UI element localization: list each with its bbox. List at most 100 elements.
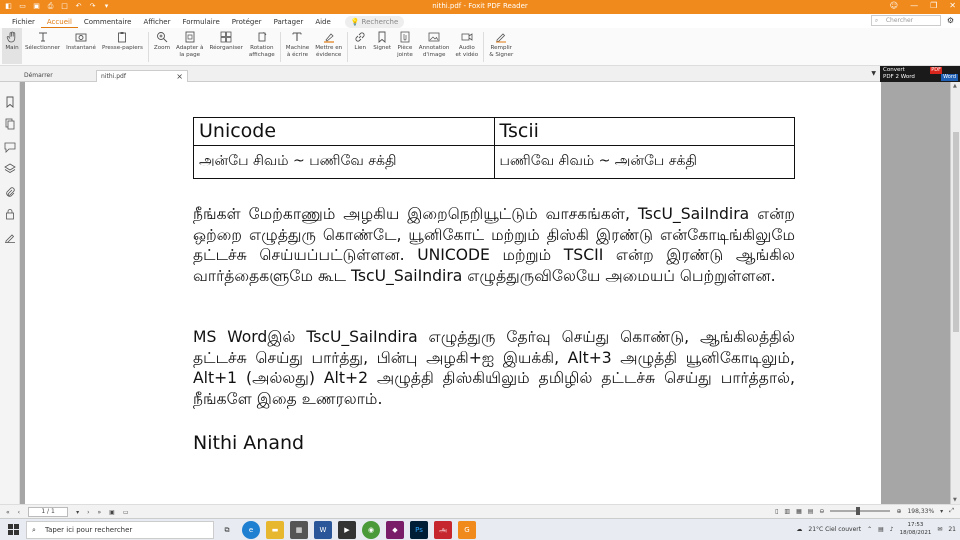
taskbar-search-placeholder: Taper ici pour rechercher [45, 526, 133, 534]
tool-label: Mettre en évidence [315, 45, 343, 58]
photoshop-icon[interactable]: Ps [410, 521, 428, 539]
foxit-reader-icon[interactable]: G [458, 521, 476, 539]
scroll-thumb[interactable] [953, 132, 959, 332]
weather-icon[interactable]: ☁ [796, 526, 802, 533]
image-annotation-button[interactable]: Annotation d'image [416, 28, 453, 64]
audio-video-icon [460, 31, 474, 43]
first-page-icon[interactable]: « [6, 509, 10, 516]
page-dropdown-icon[interactable]: ▾ [76, 509, 79, 516]
fill-sign-button[interactable]: Remplir & Signer [486, 28, 516, 64]
tab-list-icon[interactable]: ▼ [871, 70, 876, 77]
save-page-icon[interactable]: ▣ [109, 509, 115, 516]
tab-document[interactable]: nithi.pdf × [96, 70, 188, 82]
last-page-icon[interactable]: » [98, 509, 102, 516]
windows-start-icon[interactable] [8, 524, 19, 535]
zoom-slider[interactable] [830, 507, 891, 515]
hand-tool-button[interactable]: Main [2, 28, 22, 64]
attachments-panel-icon[interactable] [4, 186, 16, 198]
tool-label: Pièce jointe [397, 45, 413, 58]
previous-page-icon[interactable]: ‹ [18, 509, 20, 516]
view-single-icon[interactable]: ▭ [123, 509, 129, 516]
settings-icon[interactable]: ⚙ [947, 16, 954, 25]
tray-overflow-icon[interactable]: ⌃ [867, 526, 872, 533]
zoom-level[interactable]: 198,33% [907, 508, 934, 515]
signature-panel-icon[interactable] [4, 231, 16, 243]
clock-time: 17:53 [907, 522, 924, 528]
tab-fichier[interactable]: Fichier [6, 16, 41, 28]
navigation-panel [0, 82, 20, 504]
bookmark-button[interactable]: Signet [370, 28, 394, 64]
weather-text[interactable]: 21°C Ciel couvert [808, 526, 861, 533]
taskbar-search-input[interactable]: ⌕ Taper ici pour rechercher [26, 521, 214, 539]
search-input[interactable]: ⌕ Chercher [870, 15, 941, 26]
convert-line1: Convert [883, 67, 905, 73]
convert-pdf-banner[interactable]: Convert PDF 2 Word PDF Word [880, 66, 960, 82]
next-page-icon[interactable]: › [87, 509, 89, 516]
zoom-out-icon[interactable]: ⊖ [819, 508, 824, 515]
clock[interactable]: 17:53 18/08/2021 [900, 521, 932, 537]
fit-page-button[interactable]: Adapter à la page [173, 28, 206, 64]
tool-label: Sélectionner [25, 45, 61, 51]
security-panel-icon[interactable] [4, 208, 16, 220]
link-button[interactable]: Lien [350, 28, 370, 64]
tool-label: Signet [373, 45, 392, 51]
author-signature: Nithi Anand [193, 432, 305, 454]
document-viewport[interactable]: Unicode Tscii அன்பே சிவம் ~ பணிவே சக்தி … [20, 82, 950, 504]
image-annotation-icon [427, 31, 441, 43]
cover-view-icon[interactable]: ▤ [808, 508, 814, 515]
select-tool-button[interactable]: Sélectionner [22, 28, 63, 64]
reorganize-button[interactable]: Réorganiser [206, 28, 245, 64]
media-app-icon[interactable]: ▶ [338, 521, 356, 539]
tab-document-label: nithi.pdf [101, 73, 126, 80]
tab-afficher[interactable]: Afficher [137, 16, 176, 28]
layers-panel-icon[interactable] [4, 163, 16, 175]
tab-aide[interactable]: Aide [309, 16, 336, 28]
continuous-view-icon[interactable]: ▥ [784, 508, 790, 515]
typewriter-button[interactable]: Machine à écrire [283, 28, 312, 64]
zoom-in-icon[interactable]: ⊕ [896, 508, 901, 515]
table-cell-unicode: அன்பே சிவம் ~ பணிவே சக்தி [193, 145, 495, 179]
volume-icon[interactable]: ♪ [890, 526, 894, 533]
page-number-input[interactable]: 1 / 1 [28, 507, 69, 517]
bookmarks-panel-icon[interactable] [4, 96, 16, 108]
tab-partager[interactable]: Partager [268, 16, 310, 28]
tab-start[interactable]: Démarrer [20, 70, 94, 82]
zoom-dropdown-icon[interactable]: ▾ [940, 508, 943, 515]
zoom-slider-knob[interactable] [856, 507, 861, 515]
facing-view-icon[interactable]: ▦ [796, 508, 802, 515]
tab-proteger[interactable]: Protéger [226, 16, 268, 28]
comments-panel-icon[interactable] [4, 141, 16, 153]
tool-label: Main [5, 45, 19, 51]
close-button[interactable]: ✕ [949, 1, 956, 10]
pages-panel-icon[interactable] [4, 118, 16, 130]
single-page-view-icon[interactable]: ▯ [775, 508, 778, 515]
file-explorer-icon[interactable]: ▬ [266, 521, 284, 539]
snapshot-button[interactable]: Instantané [63, 28, 99, 64]
edge-icon[interactable]: e [242, 521, 260, 539]
fullscreen-icon[interactable]: ⤢ [949, 507, 954, 515]
tab-formulaire[interactable]: Formulaire [176, 16, 225, 28]
azhagi-icon[interactable]: அ [434, 521, 452, 539]
word-icon[interactable]: W [314, 521, 332, 539]
scroll-up-icon[interactable]: ▲ [953, 83, 957, 89]
highlight-button[interactable]: Mettre en évidence [312, 28, 345, 64]
store-icon[interactable]: ▦ [290, 521, 308, 539]
rotate-view-button[interactable]: Rotation affichage [246, 28, 278, 64]
account-icon[interactable]: ☺ [890, 1, 898, 10]
task-view-icon[interactable]: ⧉ [218, 521, 236, 539]
minimize-button[interactable]: — [910, 1, 918, 10]
network-icon[interactable]: ▤ [878, 526, 884, 533]
tab-accueil[interactable]: Accueil [40, 16, 78, 28]
tab-commentaire[interactable]: Commentaire [78, 16, 138, 28]
vertical-scrollbar[interactable]: ▲ ▼ [950, 82, 960, 504]
chrome-icon[interactable]: ◉ [362, 521, 380, 539]
audio-video-button[interactable]: Audio et vidéo [452, 28, 481, 64]
scroll-down-icon[interactable]: ▼ [953, 497, 957, 503]
clipboard-button[interactable]: Presse-papiers [99, 28, 146, 64]
command-search[interactable]: 💡 Recherche [344, 16, 405, 28]
maximize-button[interactable]: ❐ [930, 1, 937, 10]
app-icon[interactable]: ◆ [386, 521, 404, 539]
zoom-button[interactable]: Zoom [151, 28, 173, 64]
attachment-button[interactable]: Pièce jointe [394, 28, 416, 64]
notification-icon[interactable]: ✉ [937, 526, 942, 533]
